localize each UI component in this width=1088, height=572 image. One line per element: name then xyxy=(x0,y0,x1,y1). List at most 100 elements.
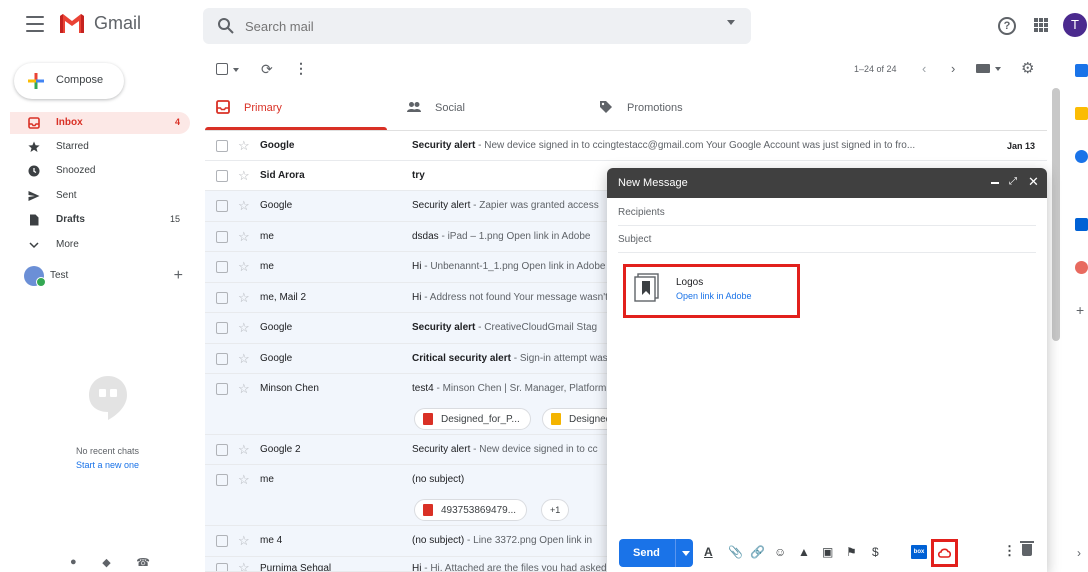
add-contact-icon[interactable]: + xyxy=(174,267,183,285)
phone-icon[interactable]: ☎ xyxy=(136,556,150,572)
star-icon[interactable]: ☆ xyxy=(238,229,250,245)
drive-icon[interactable]: ▲ xyxy=(798,545,810,559)
sidebar-item-snoozed[interactable]: Snoozed xyxy=(10,160,190,182)
row-checkbox[interactable] xyxy=(216,140,228,152)
send-button[interactable]: Send xyxy=(619,539,693,567)
row-checkbox[interactable] xyxy=(216,170,228,182)
refresh-icon[interactable]: ⟳ xyxy=(261,61,273,78)
hangouts-account[interactable]: Test + xyxy=(24,264,189,287)
row-checkbox[interactable] xyxy=(216,322,228,334)
search-bar[interactable] xyxy=(203,8,751,44)
expand-side-panel-icon[interactable]: › xyxy=(1077,546,1081,560)
star-icon[interactable]: ☆ xyxy=(238,259,250,275)
gmail-logo[interactable]: Gmail xyxy=(58,12,141,34)
help-icon[interactable]: ? xyxy=(998,17,1016,35)
person-icon[interactable]: ● xyxy=(70,556,77,572)
star-icon[interactable]: ☆ xyxy=(238,290,250,306)
insert-photo-icon[interactable]: ▣ xyxy=(822,545,833,559)
app-name: Gmail xyxy=(94,12,142,33)
compose-header[interactable]: New Message ⤢ ✕ xyxy=(607,168,1047,198)
tab-primary[interactable]: Primary xyxy=(216,88,386,130)
adobe-cloud-button[interactable] xyxy=(931,539,958,567)
recipients-field[interactable]: Recipients xyxy=(618,200,1036,226)
more-attachments-chip[interactable]: +1 xyxy=(541,499,570,521)
select-all-checkbox[interactable] xyxy=(216,63,228,75)
row-checkbox[interactable] xyxy=(216,231,228,243)
main-menu-icon[interactable] xyxy=(26,16,44,32)
search-input[interactable] xyxy=(245,16,695,36)
open-in-adobe-link[interactable]: Open link in Adobe xyxy=(676,291,752,301)
chat-bubble-icon[interactable]: ◆ xyxy=(102,556,110,572)
next-page-icon[interactable]: › xyxy=(951,61,955,76)
insert-link-icon[interactable]: 🔗 xyxy=(750,545,765,559)
star-icon[interactable]: ☆ xyxy=(238,320,250,336)
sidebar-item-drafts[interactable]: Drafts 15 xyxy=(10,209,190,231)
search-options-icon[interactable] xyxy=(727,20,735,25)
gear-icon[interactable]: ⚙ xyxy=(1021,59,1034,77)
plus-icon xyxy=(28,73,44,89)
email-sender: Google xyxy=(260,200,293,211)
split-pane-icon[interactable] xyxy=(976,64,990,73)
row-checkbox[interactable] xyxy=(216,535,228,547)
sidebar-item-starred[interactable]: Starred xyxy=(10,136,190,158)
row-checkbox[interactable] xyxy=(216,292,228,304)
row-checkbox[interactable] xyxy=(216,444,228,456)
attachment-chip[interactable]: 493753869479... xyxy=(414,499,528,521)
box-addon-icon[interactable] xyxy=(1075,218,1088,231)
row-checkbox[interactable] xyxy=(216,383,228,395)
sidebar-item-sent[interactable]: Sent xyxy=(10,185,190,207)
get-addons-icon[interactable]: + xyxy=(1076,302,1084,318)
star-icon[interactable]: ☆ xyxy=(238,560,250,571)
more-options-icon[interactable]: ⋮ xyxy=(294,60,308,77)
row-checkbox[interactable] xyxy=(216,474,228,486)
row-checkbox[interactable] xyxy=(216,563,228,571)
sidebar-item-more[interactable]: More xyxy=(10,234,190,256)
search-icon[interactable] xyxy=(217,17,235,35)
row-checkbox[interactable] xyxy=(216,200,228,212)
compose-button[interactable]: Compose xyxy=(14,63,124,99)
tab-social[interactable]: Social xyxy=(407,88,577,130)
sidebar-item-inbox[interactable]: Inbox 4 xyxy=(10,112,190,134)
row-checkbox[interactable] xyxy=(216,261,228,273)
split-pane-dropdown-icon[interactable] xyxy=(995,67,1001,71)
confidential-mode-icon[interactable]: ⚑ xyxy=(846,545,857,559)
star-icon[interactable]: ☆ xyxy=(238,198,250,214)
account-avatar[interactable]: T xyxy=(1063,13,1087,37)
apps-grid-icon[interactable] xyxy=(1034,18,1048,32)
row-checkbox[interactable] xyxy=(216,353,228,365)
fullscreen-icon[interactable]: ⤢ xyxy=(1009,176,1017,187)
attach-file-icon[interactable]: 📎 xyxy=(728,545,743,559)
start-new-chat-link[interactable]: Start a new one xyxy=(50,460,165,470)
more-options-icon[interactable]: ⋮ xyxy=(1003,543,1016,559)
star-icon[interactable]: ☆ xyxy=(238,138,250,154)
tasks-icon[interactable] xyxy=(1075,150,1088,163)
star-icon[interactable]: ☆ xyxy=(238,381,250,397)
star-icon[interactable]: ☆ xyxy=(238,533,250,549)
subject-field[interactable]: Subject xyxy=(618,227,1036,253)
inbox-scrollbar[interactable] xyxy=(1052,88,1060,341)
box-icon[interactable]: box xyxy=(911,545,927,559)
send-money-icon[interactable]: $ xyxy=(872,545,879,559)
minimize-icon[interactable] xyxy=(991,182,999,184)
star-icon[interactable]: ☆ xyxy=(238,351,250,367)
previous-page-icon[interactable]: ‹ xyxy=(922,61,926,76)
star-icon[interactable]: ☆ xyxy=(238,442,250,458)
email-subject: try xyxy=(412,170,425,181)
email-subject: test4 xyxy=(412,383,434,394)
email-snippet: - Line 3372.png Open link in xyxy=(464,535,593,546)
calendar-icon[interactable] xyxy=(1075,64,1088,77)
formatting-options-icon[interactable]: A xyxy=(704,545,713,559)
trash-icon[interactable] xyxy=(1020,541,1034,556)
emoji-icon[interactable]: ☺ xyxy=(774,545,786,559)
adobe-addon-icon[interactable] xyxy=(1075,261,1088,274)
adobe-attachment-card[interactable]: Logos Open link in Adobe xyxy=(623,264,800,318)
select-options-icon[interactable] xyxy=(233,68,239,72)
star-icon[interactable]: ☆ xyxy=(238,168,250,184)
keep-icon[interactable] xyxy=(1075,107,1088,120)
schedule-send-icon[interactable] xyxy=(682,551,690,556)
tab-promotions[interactable]: Promotions xyxy=(599,88,769,130)
attachment-chip[interactable]: Designed_for_P... xyxy=(414,408,531,430)
star-icon[interactable]: ☆ xyxy=(238,472,250,488)
close-icon[interactable]: ✕ xyxy=(1028,174,1039,190)
email-row[interactable]: ☆ Google Security alert - New device sig… xyxy=(205,131,1047,161)
